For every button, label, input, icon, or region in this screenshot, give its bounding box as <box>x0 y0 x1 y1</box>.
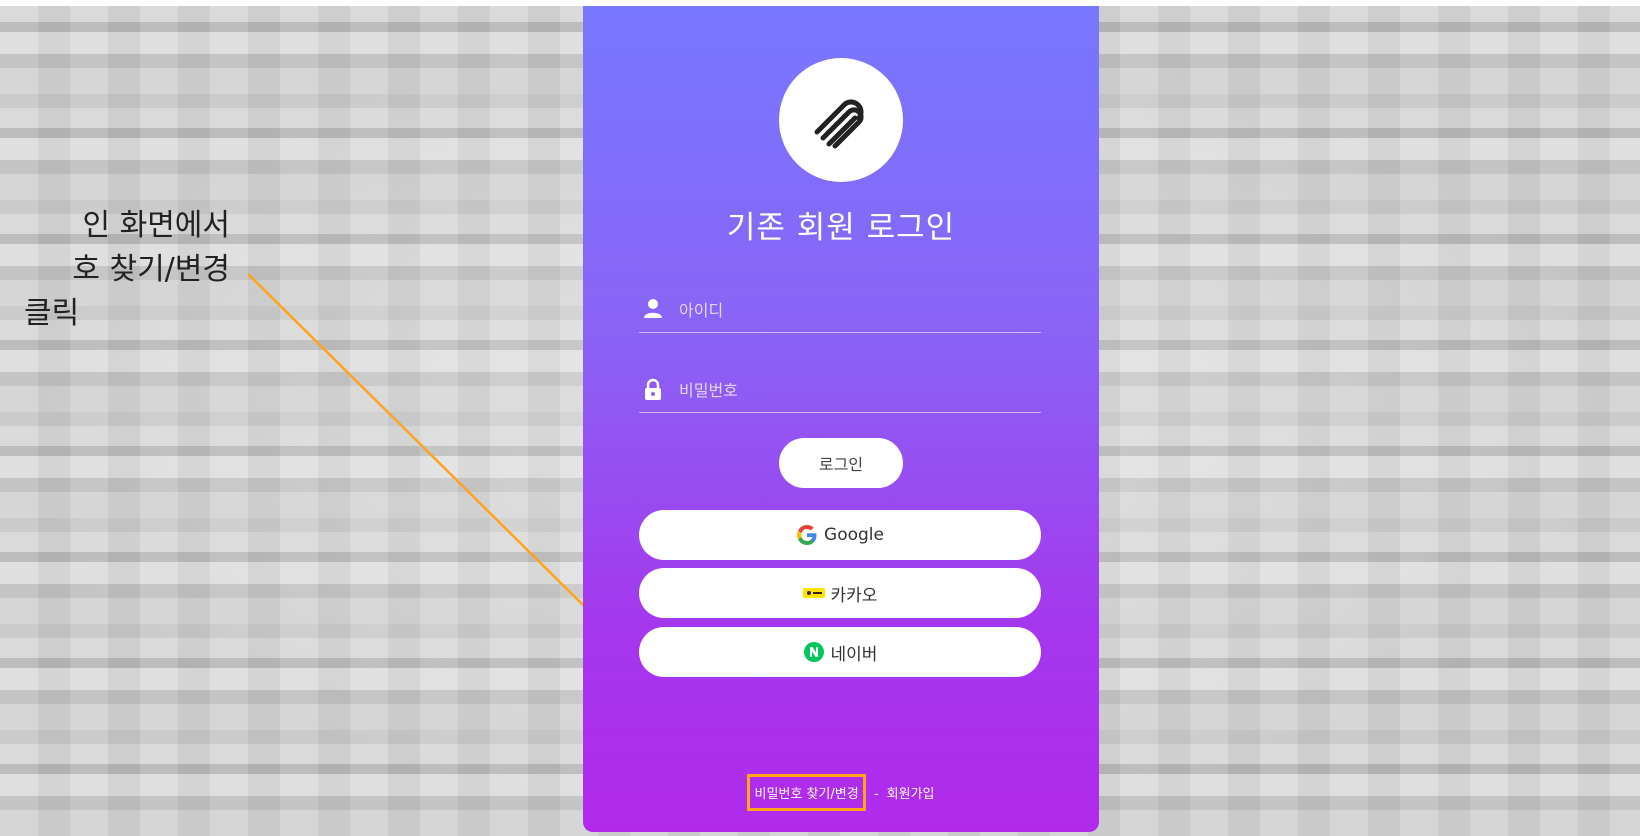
google-label: Google <box>824 525 884 545</box>
kakao-label: 카카오 <box>830 585 878 606</box>
instruction-annotation: 인 화면에서 호 찾기/변경 클릭 <box>0 204 230 336</box>
user-icon <box>644 299 662 318</box>
link-separator: - <box>873 787 879 802</box>
annotation-line-3: 클릭 <box>24 296 80 331</box>
naver-label: 네이버 <box>830 644 878 665</box>
id-field-wrapper <box>639 288 1041 333</box>
logo <box>779 58 903 182</box>
login-button[interactable]: 로그인 <box>779 438 903 488</box>
kakao-login-button[interactable]: 카카오 <box>639 568 1041 618</box>
kakao-icon <box>802 586 825 600</box>
annotation-line-2: 호 찾기/변경 <box>72 252 230 287</box>
find-password-link[interactable]: 비밀번호 찾기/변경 <box>747 774 866 811</box>
naver-login-button[interactable]: 네이버 <box>639 627 1041 677</box>
signup-link[interactable]: 회원가입 <box>887 787 935 802</box>
paperclip-icon <box>814 99 864 149</box>
account-links: 비밀번호 찾기/변경 - 회원가입 <box>583 774 1099 811</box>
lock-icon <box>645 378 661 400</box>
id-input[interactable] <box>677 294 1041 326</box>
annotation-line-1: 인 화면에서 <box>82 208 230 243</box>
password-field-wrapper <box>639 368 1041 413</box>
google-login-button[interactable]: Google <box>639 510 1041 560</box>
login-panel: 기존 회원 로그인 로그인 Google <box>583 6 1099 832</box>
naver-icon <box>803 641 825 663</box>
google-icon <box>796 524 818 546</box>
login-title: 기존 회원 로그인 <box>726 210 956 246</box>
password-input[interactable] <box>677 374 1041 406</box>
